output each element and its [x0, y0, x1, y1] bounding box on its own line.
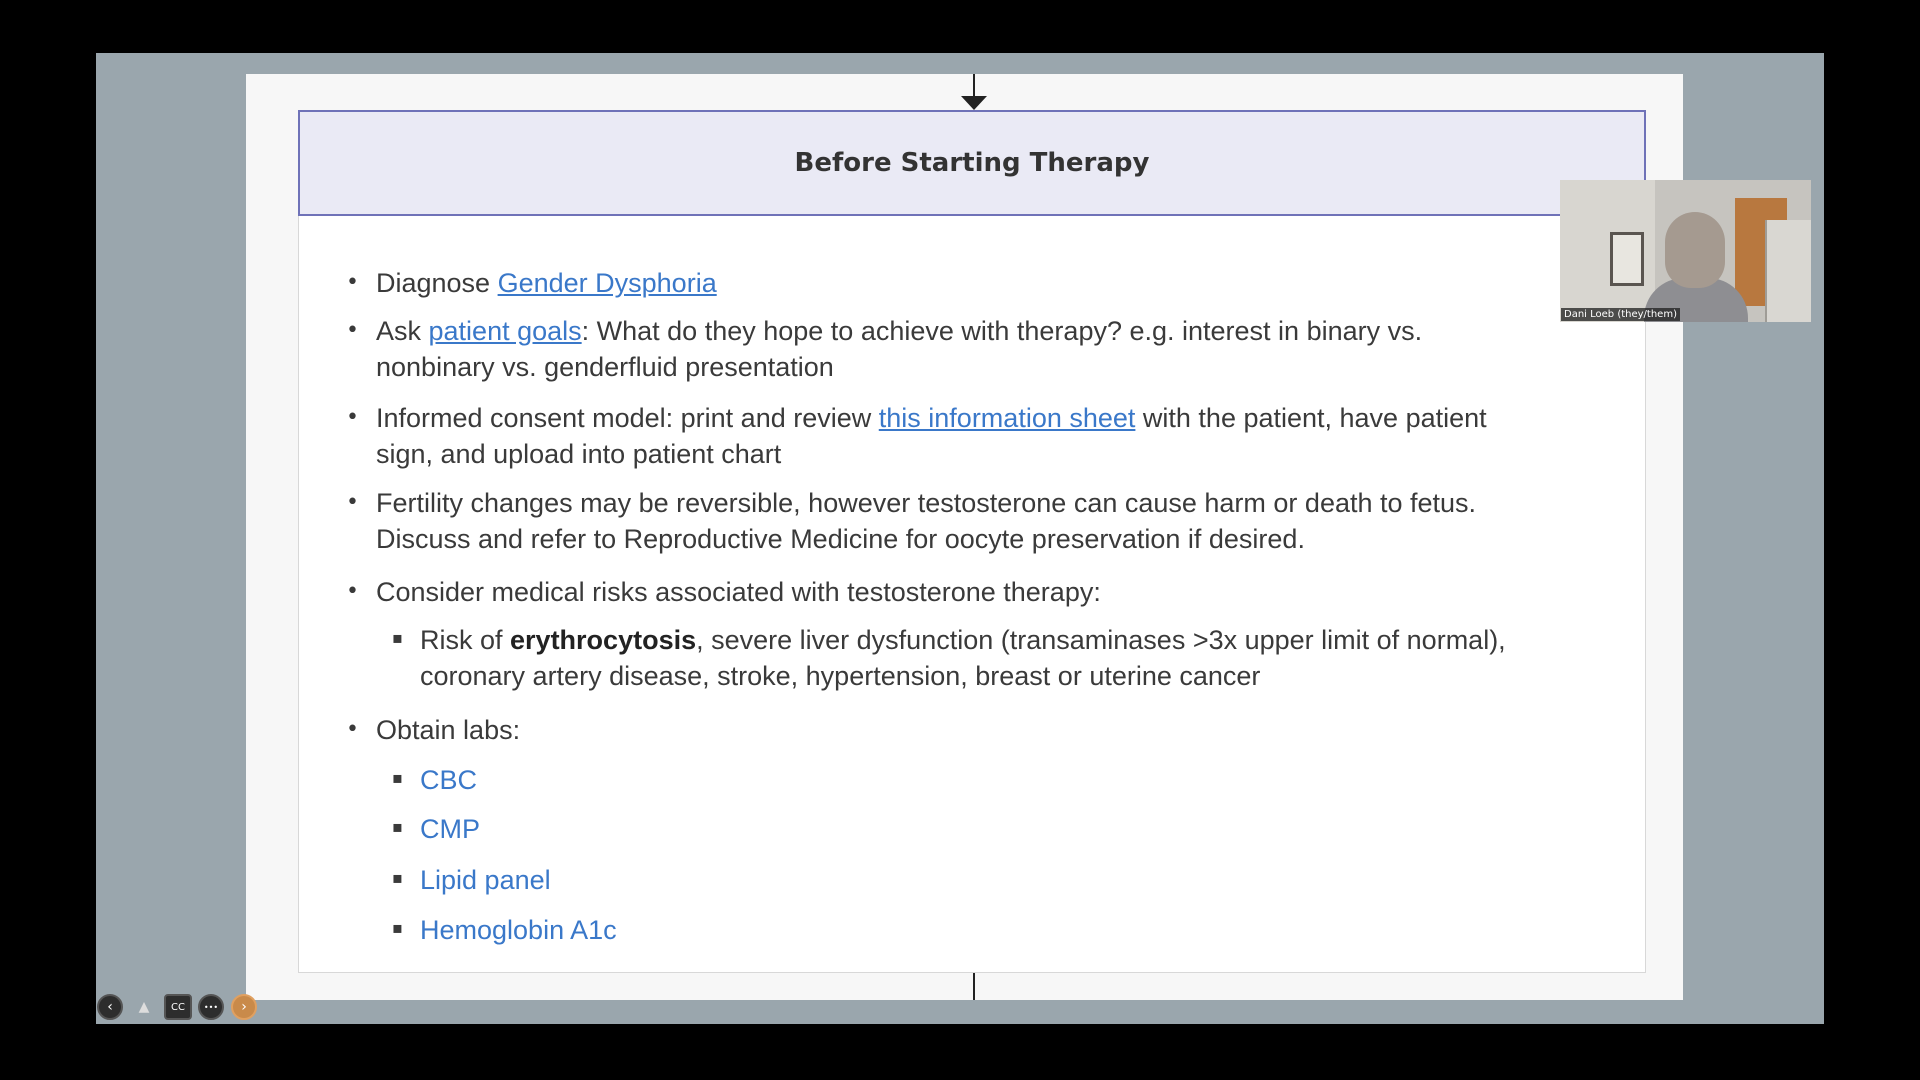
back-arrow-icon[interactable]: ‹ [97, 994, 123, 1020]
list-item: Obtain labs: [376, 712, 520, 748]
list-item: Consider medical risks associated with t… [376, 574, 1101, 610]
participant-name-label: Dani Loeb (they/them) [1561, 308, 1680, 321]
item-text: Risk of [420, 625, 511, 655]
lab-hemoglobin-a1c-link[interactable]: Hemoglobin A1c [420, 915, 617, 945]
flow-connector-bottom [973, 973, 975, 1000]
item-text: sign, and upload into patient chart [376, 439, 782, 469]
lab-item[interactable]: Hemoglobin A1c [420, 912, 617, 948]
participant-head [1665, 212, 1725, 288]
item-text: Informed consent model: print and review [376, 403, 879, 433]
item-text: Diagnose [376, 268, 498, 298]
information-sheet-link[interactable]: this information sheet [879, 403, 1136, 433]
lab-item[interactable]: Lipid panel [420, 862, 551, 898]
sub-bullet-icon: ▪ [392, 918, 403, 937]
lab-item[interactable]: CBC [420, 762, 477, 798]
item-text: with the patient, have patient [1135, 403, 1487, 433]
list-item: Fertility changes may be reversible, how… [376, 485, 1636, 557]
cabinet [1765, 220, 1811, 322]
sub-bullet-icon: ▪ [392, 628, 403, 647]
item-text: Fertility changes may be reversible, how… [376, 488, 1477, 518]
gender-dysphoria-link[interactable]: Gender Dysphoria [498, 268, 717, 298]
person-icon[interactable]: ▲ [131, 994, 157, 1020]
list-item: Informed consent model: print and review… [376, 400, 1636, 472]
lab-item[interactable]: CMP [420, 811, 480, 847]
bullet-icon: • [346, 490, 359, 515]
patient-goals-link[interactable]: patient goals [429, 316, 582, 346]
item-text: Discuss and refer to Reproductive Medici… [376, 524, 1305, 554]
slide-title: Before Starting Therapy [794, 148, 1150, 178]
more-options-icon[interactable]: ••• [198, 994, 224, 1020]
forward-arrow-icon[interactable]: › [231, 994, 257, 1020]
bullet-icon: • [346, 270, 359, 295]
wall-picture [1610, 232, 1644, 286]
item-text: Obtain labs: [376, 715, 521, 745]
arrow-down-icon [961, 96, 987, 110]
bullet-icon: • [346, 579, 359, 604]
item-text: , severe liver dysfunction (transaminase… [696, 625, 1506, 655]
list-item: Diagnose Gender Dysphoria [376, 265, 717, 301]
closed-captions-icon[interactable]: CC [164, 994, 192, 1020]
item-text: : What do they hope to achieve with ther… [581, 316, 1423, 346]
participant-video-tile[interactable]: Dani Loeb (they/them) [1560, 180, 1811, 322]
item-text: Ask [376, 316, 429, 346]
item-text: nonbinary vs. genderfluid presentation [376, 352, 834, 382]
bullet-icon: • [346, 318, 359, 343]
list-item: Ask patient goals: What do they hope to … [376, 313, 1616, 385]
sub-bullet-icon: ▪ [392, 768, 403, 787]
sub-bullet-icon: ▪ [392, 817, 403, 836]
lab-cmp-link[interactable]: CMP [420, 814, 480, 844]
item-text: coronary artery disease, stroke, hyperte… [420, 661, 1261, 691]
item-text: Consider medical risks associated with t… [376, 577, 1101, 607]
emphasis-text: erythrocytosis [510, 625, 697, 655]
bullet-icon: • [346, 717, 359, 742]
sub-list-item: Risk of erythrocytosis, severe liver dys… [420, 622, 1640, 694]
lab-lipid-panel-link[interactable]: Lipid panel [420, 865, 551, 895]
slide-header-box: Before Starting Therapy [298, 110, 1646, 216]
sub-bullet-icon: ▪ [392, 868, 403, 887]
bullet-icon: • [346, 405, 359, 430]
lab-cbc-link[interactable]: CBC [420, 765, 477, 795]
